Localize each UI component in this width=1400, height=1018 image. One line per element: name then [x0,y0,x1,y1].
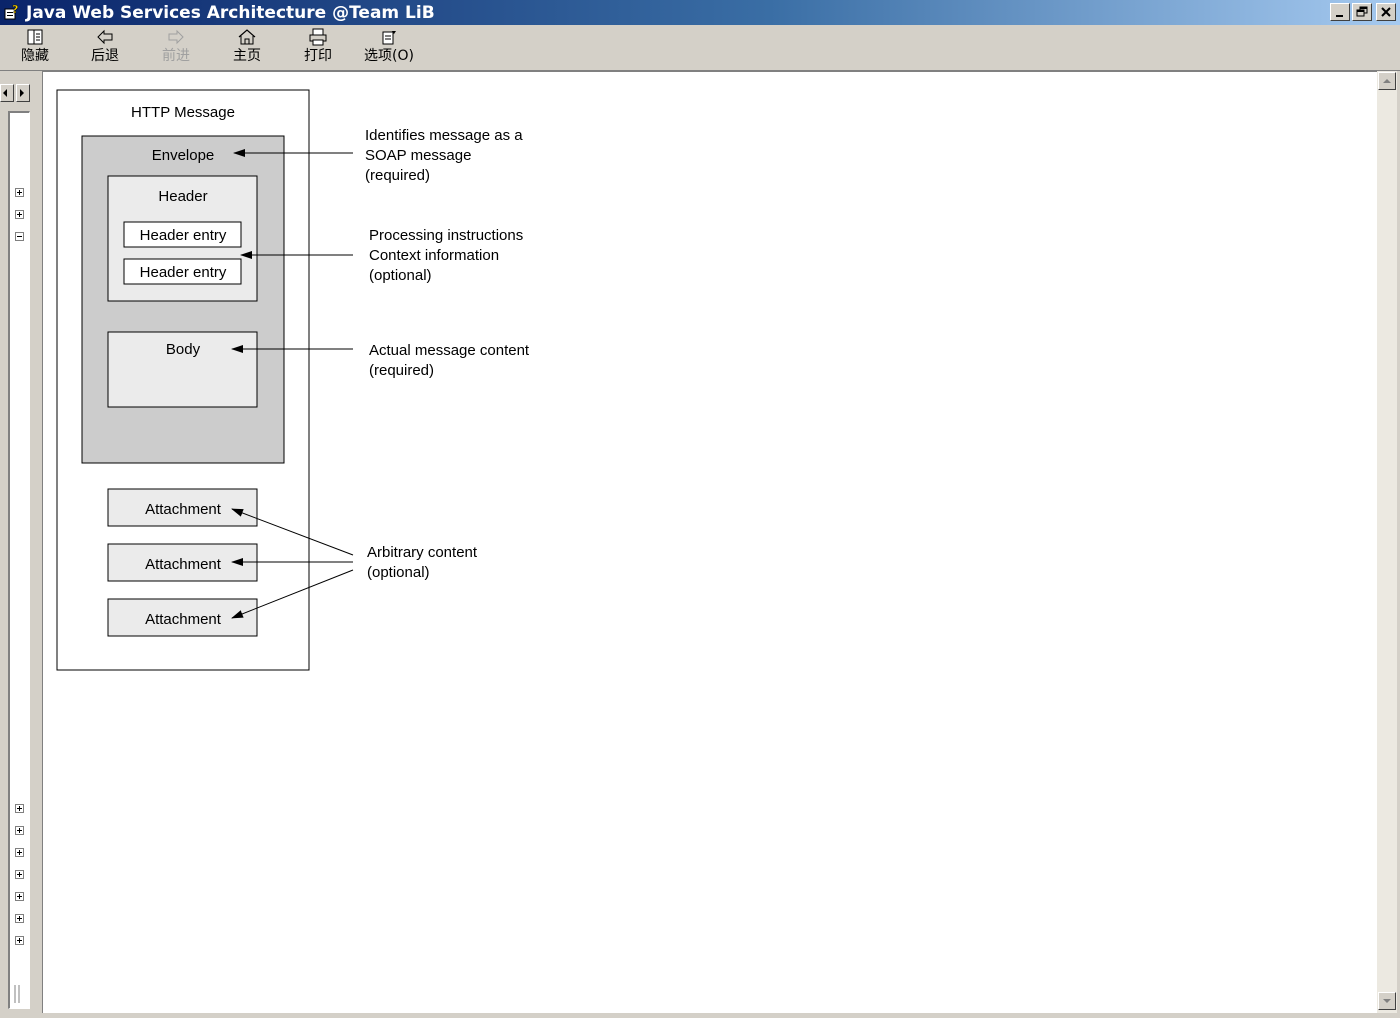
tree-expand-icon[interactable] [15,936,24,945]
header-annotation-line: Processing instructions [369,227,523,244]
forward-label: 前进 [162,48,190,64]
pane-right-button[interactable] [16,84,30,102]
options-icon [382,31,396,45]
restore-button[interactable] [1352,3,1372,21]
body-annotation-line: (required) [369,362,434,379]
header-annotation-line: (optional) [369,267,432,284]
scroll-down-arrow-icon [1383,999,1391,1003]
contents-tree[interactable] [8,111,30,1009]
attachments-annotation-line: Arbitrary content [367,544,478,561]
window-bottom-edge [0,1013,1400,1018]
minimize-button[interactable] [1330,3,1350,21]
scroll-down-button[interactable] [1378,992,1396,1010]
forward-button[interactable]: 前进 [148,28,204,68]
title-bar[interactable]: ? Java Web Services Architecture @Team L… [0,0,1400,25]
attachment-label: Attachment [145,501,222,518]
scroll-grip-icon [14,985,20,1003]
print-button[interactable]: 打印 [290,28,346,68]
tree-expand-icon[interactable] [15,892,24,901]
body-annotation-line: Actual message content [369,342,530,359]
envelope-annotation-line: (required) [365,167,430,184]
help-book-icon: ? [4,4,19,20]
back-label: 后退 [91,48,119,64]
minimize-icon [1336,15,1343,17]
scroll-up-button[interactable] [1378,72,1396,90]
header-annotation-line: Context information [369,247,499,264]
content-pane[interactable]: HTTP Message Envelope Header Header entr… [42,71,1378,1014]
attachment-label: Attachment [145,611,222,628]
home-button[interactable]: 主页 [219,28,275,68]
tree-expand-icon[interactable] [15,210,24,219]
hide-label: 隐藏 [21,48,49,64]
header-entry-label: Header entry [140,227,227,244]
home-label: 主页 [233,48,261,64]
soap-message-diagram: HTTP Message Envelope Header Header entr… [56,89,530,671]
envelope-label: Envelope [152,147,215,164]
header-label: Header [158,188,207,205]
tree-collapse-icon[interactable] [15,232,24,241]
body-label: Body [166,341,201,358]
hide-pane-icon [27,29,43,45]
triangle-right-icon [20,89,24,97]
envelope-annotation-line: SOAP message [365,147,471,164]
tree-expand-icon[interactable] [15,804,24,813]
options-button[interactable]: 选项(O) [361,28,417,68]
attachments-annotation-line: (optional) [367,564,430,581]
scroll-up-arrow-icon [1383,79,1391,83]
forward-arrow-icon [168,29,184,45]
home-icon [238,29,256,45]
toolbar: 隐藏 后退 前进 主页 打印 选项(O) [0,25,1400,71]
header-entry-label: Header entry [140,264,227,281]
tree-expand-icon[interactable] [15,826,24,835]
tree-expand-icon[interactable] [15,848,24,857]
window-title: Java Web Services Architecture @Team LiB [26,3,435,23]
hide-button[interactable]: 隐藏 [7,28,63,68]
vertical-scrollbar[interactable] [1377,71,1397,1013]
tree-expand-icon[interactable] [15,870,24,879]
triangle-left-icon [3,89,7,97]
envelope-annotation-line: Identifies message as a [365,127,523,144]
svg-text:?: ? [12,4,18,16]
http-message-label: HTTP Message [131,104,235,121]
back-arrow-icon [97,29,113,45]
tree-expand-icon[interactable] [15,188,24,197]
navigation-pane [0,71,38,1018]
options-label: 选项(O) [364,48,414,64]
close-button[interactable] [1376,3,1396,21]
close-icon [1381,7,1391,17]
restore-icon [1356,6,1368,17]
print-label: 打印 [304,48,332,64]
printer-icon [309,28,327,46]
attachment-label: Attachment [145,556,222,573]
back-button[interactable]: 后退 [77,28,133,68]
pane-left-button[interactable] [0,84,14,102]
tree-expand-icon[interactable] [15,914,24,923]
